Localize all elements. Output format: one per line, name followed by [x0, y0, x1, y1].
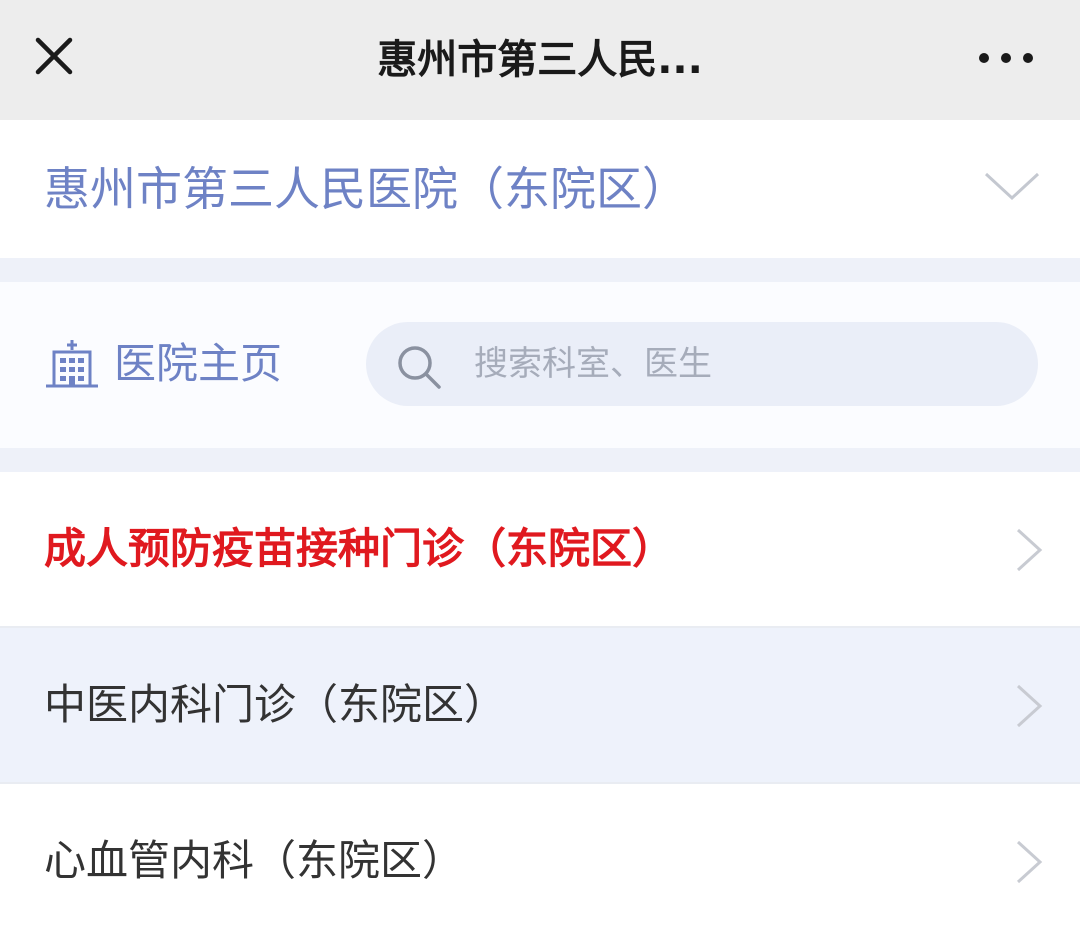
page-title: 惠州市第三人民...: [377, 37, 703, 83]
hospital-toolbar: 医院主页 搜索科室、医生: [0, 282, 1080, 448]
close-icon: [35, 37, 73, 75]
department-label: 成人预防疫苗接种门诊（东院区）: [44, 524, 675, 573]
hospital-campus-selector[interactable]: 惠州市第三人民医院（东院区）: [0, 120, 1080, 258]
hospital-building-icon: [46, 340, 98, 388]
top-navigation-bar: 惠州市第三人民...: [0, 0, 1080, 120]
section-divider: [0, 448, 1080, 472]
more-icon: [979, 53, 1033, 63]
search-placeholder: 搜索科室、医生: [474, 344, 712, 384]
hospital-homepage-link[interactable]: 医院主页: [44, 332, 324, 396]
department-item[interactable]: 中医内科门诊（东院区）: [0, 628, 1080, 782]
hospital-homepage-label: 医院主页: [114, 339, 283, 388]
chevron-down-icon: [984, 172, 1040, 201]
department-label: 中医内科门诊（东院区）: [44, 680, 507, 729]
hospital-name: 惠州市第三人民医院（东院区）: [44, 162, 688, 216]
close-button[interactable]: [26, 28, 82, 84]
section-divider: [0, 258, 1080, 282]
more-options-button[interactable]: [968, 30, 1044, 86]
department-item[interactable]: 心血管内科（东院区）: [0, 784, 1080, 934]
search-input[interactable]: 搜索科室、医生: [366, 322, 1038, 406]
chevron-right-icon: [1016, 528, 1043, 572]
chevron-right-icon: [1016, 684, 1043, 728]
department-label: 心血管内科（东院区）: [44, 836, 465, 885]
department-item[interactable]: 成人预防疫苗接种门诊（东院区）: [0, 472, 1080, 626]
search-icon: [398, 346, 441, 389]
chevron-right-icon: [1016, 840, 1043, 884]
